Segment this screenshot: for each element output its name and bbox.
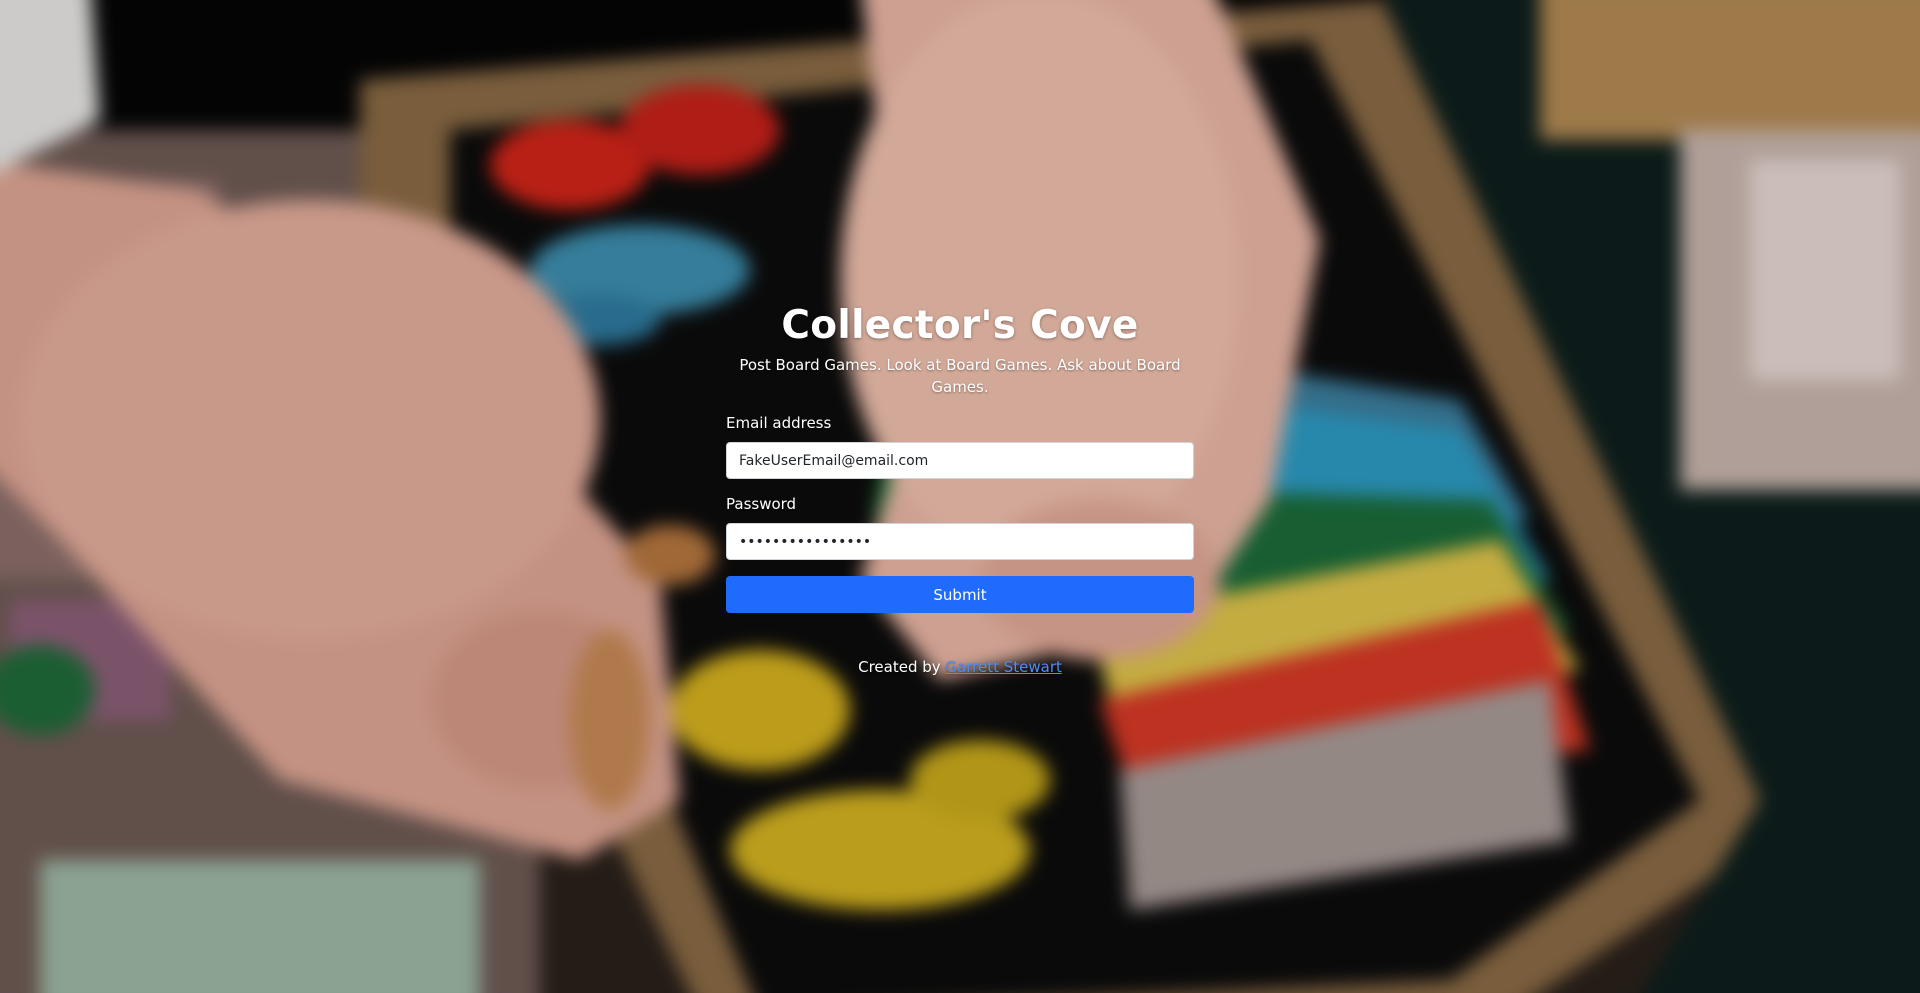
login-card: Collector's Cove Post Board Games. Look … (726, 298, 1194, 613)
credit-prefix: Created by (858, 658, 941, 676)
footer-credit: Created by Garrett Stewart (0, 656, 1920, 678)
password-label: Password (726, 495, 797, 513)
app-title: Collector's Cove (781, 303, 1139, 348)
author-link[interactable]: Garrett Stewart (945, 658, 1061, 676)
email-field[interactable] (726, 442, 1194, 479)
password-field[interactable] (726, 523, 1194, 560)
submit-button[interactable]: Submit (726, 576, 1194, 613)
email-label: Email address (726, 414, 832, 432)
app-tagline: Post Board Games. Look at Board Games. A… (739, 356, 1181, 396)
